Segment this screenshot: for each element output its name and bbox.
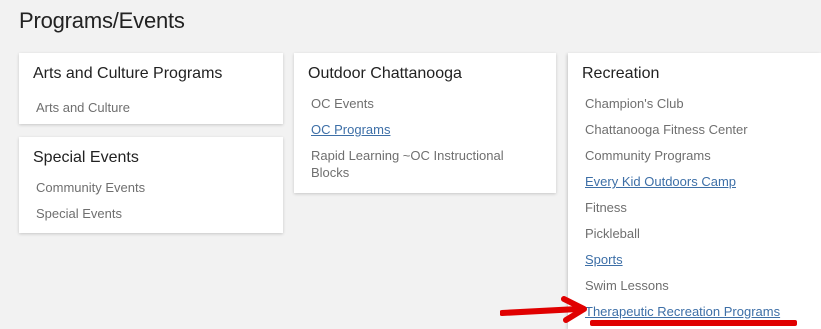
list-item-champions-club[interactable]: Champion's Club <box>585 91 780 117</box>
sports-link[interactable]: Sports <box>585 252 623 267</box>
card-recreation: Recreation Champion's Club Chattanooga F… <box>568 53 821 329</box>
oc-programs-link[interactable]: OC Programs <box>311 122 390 137</box>
list-item-pickleball[interactable]: Pickleball <box>585 221 780 247</box>
card-list: OC Events OC Programs Rapid Learning ~OC… <box>311 91 531 181</box>
card-list: Champion's Club Chattanooga Fitness Cent… <box>585 91 780 325</box>
list-item-special-events[interactable]: Special Events <box>36 201 145 227</box>
card-list: Arts and Culture <box>36 95 130 121</box>
card-title: Outdoor Chattanooga <box>308 65 462 82</box>
card-outdoor-chattanooga: Outdoor Chattanooga OC Events OC Program… <box>294 53 556 193</box>
list-item-sports[interactable]: Sports <box>585 247 780 273</box>
card-list: Community Events Special Events <box>36 175 145 227</box>
list-item-rapid-learning[interactable]: Rapid Learning ~OC Instructional Blocks <box>311 147 531 181</box>
right-arrow-icon <box>500 296 587 323</box>
card-title: Arts and Culture Programs <box>33 65 223 82</box>
every-kid-outdoors-link[interactable]: Every Kid Outdoors Camp <box>585 174 736 189</box>
list-item-arts-and-culture[interactable]: Arts and Culture <box>36 95 130 121</box>
list-item-every-kid-outdoors[interactable]: Every Kid Outdoors Camp <box>585 169 780 195</box>
card-arts-and-culture: Arts and Culture Programs Arts and Cultu… <box>19 53 283 124</box>
list-item-oc-programs[interactable]: OC Programs <box>311 117 531 143</box>
list-item-oc-events[interactable]: OC Events <box>311 91 531 117</box>
card-special-events: Special Events Community Events Special … <box>19 137 283 233</box>
list-item-swim-lessons[interactable]: Swim Lessons <box>585 273 780 299</box>
therapeutic-recreation-link[interactable]: Therapeutic Recreation Programs <box>585 304 780 319</box>
card-title: Special Events <box>33 149 139 166</box>
page-title: Programs/Events <box>19 8 185 33</box>
list-item-fitness-center[interactable]: Chattanooga Fitness Center <box>585 117 780 143</box>
red-underline-annotation <box>590 320 797 326</box>
card-title: Recreation <box>582 65 660 82</box>
list-item-fitness[interactable]: Fitness <box>585 195 780 221</box>
list-item-community-programs[interactable]: Community Programs <box>585 143 780 169</box>
list-item-community-events[interactable]: Community Events <box>36 175 145 201</box>
